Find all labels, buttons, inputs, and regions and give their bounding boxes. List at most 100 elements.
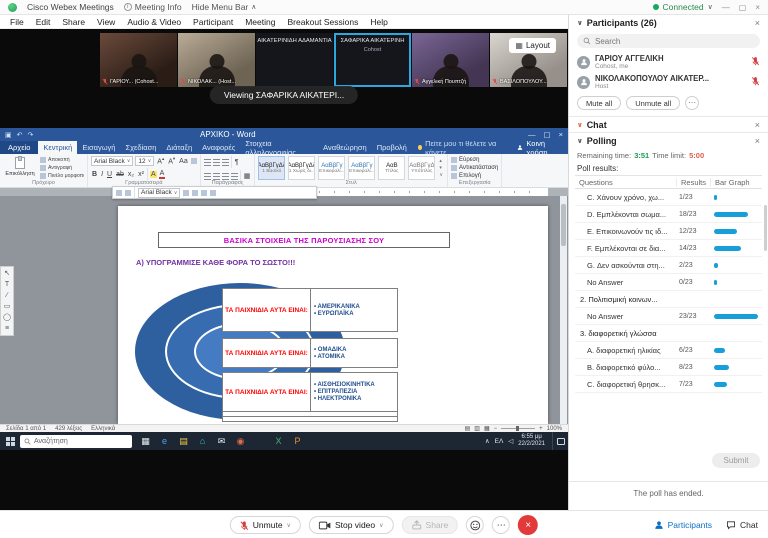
copy-icon bbox=[40, 165, 46, 171]
menu-audio-video[interactable]: Audio & Video bbox=[127, 17, 181, 27]
remaining-time: 3:51 bbox=[634, 151, 649, 160]
video-tile[interactable]: ΓΑΡΙΟΥ... (Cohost... bbox=[100, 33, 177, 87]
poll-row: E. Επικοινωνούν τις ιδ...12/23 bbox=[575, 223, 762, 240]
share-button[interactable]: Share bbox=[402, 516, 459, 534]
leave-meeting-button[interactable]: × bbox=[518, 515, 538, 535]
video-tile-active-speaker[interactable]: ΣΑΦΑΡΙΚΑ ΑΙΚΑΤΕΡΙΝΗ Cohost bbox=[334, 33, 411, 87]
more-options-button[interactable]: ⋯ bbox=[492, 516, 510, 534]
tab-file: Αρχείο bbox=[0, 141, 38, 154]
font-group: Arial Black∨ 12∨ A▴ A▾ Aa B I U ab x₂ x² bbox=[88, 154, 201, 187]
shared-screen-stage[interactable]: ΓΑΡΙΟΥ... (Cohost... ΝΙΚΟΛΑΚ... (Host...… bbox=[0, 29, 568, 510]
word-count: 429 λέξεις bbox=[55, 426, 82, 432]
justify-icon bbox=[231, 173, 238, 180]
language-indicator: ΕΛ bbox=[495, 438, 504, 445]
undo-icon: ↶ bbox=[17, 131, 23, 139]
maximize-button[interactable]: ▢ bbox=[739, 3, 747, 12]
start-button bbox=[0, 432, 20, 450]
unmute-all-button[interactable]: Unmute all bbox=[626, 96, 680, 110]
annotation-toolbar: ↖ T ∕ ▭ ◯ ≡ bbox=[0, 266, 14, 336]
edge-icon: e bbox=[155, 432, 174, 450]
floating-format-toolbar: Arial Black∨ bbox=[112, 186, 317, 199]
task-view-icon: ▦ bbox=[136, 432, 155, 450]
share-screen-icon bbox=[412, 520, 422, 530]
menu-file[interactable]: File bbox=[10, 17, 24, 27]
menu-edit[interactable]: Edit bbox=[36, 17, 51, 27]
participants-toggle-button[interactable]: Participants bbox=[654, 520, 712, 530]
app-titlebar: Cisco Webex Meetings iMeeting Info Hide … bbox=[0, 0, 768, 15]
doc-table-box: ΤΑ ΠΑΙΧΝΙΔΙΑ ΑΥΤΑ ΕΙΝΑΙ: ΑΙΣΘΗΣΙΟΚΙΝΗΤΙΚ… bbox=[222, 372, 398, 412]
menu-breakout-sessions[interactable]: Breakout Sessions bbox=[287, 17, 358, 27]
close-button[interactable]: × bbox=[755, 3, 760, 12]
mail-icon: ✉ bbox=[212, 432, 231, 450]
time-limit: 5:00 bbox=[689, 151, 704, 160]
doc-scrollbar bbox=[560, 196, 567, 424]
tile-name: ΑΙΚΑΤΕΡΙΝΙΔΗ ΑΔΑΜΑΝΤΙΑ bbox=[257, 38, 332, 44]
person-icon bbox=[580, 78, 588, 86]
menu-meeting[interactable]: Meeting bbox=[245, 17, 275, 27]
smiley-icon bbox=[470, 520, 481, 531]
polling-scrollbar-thumb[interactable] bbox=[764, 205, 767, 251]
doc-table-box: ΤΑ ΠΑΙΧΝΙΔΙΑ ΑΥΤΑ ΕΙΝΑΙ: ΟΜΑΔΙΚΑ ΑΤΟΜΙΚΑ bbox=[222, 338, 398, 368]
windows-logo-icon bbox=[6, 437, 15, 446]
align-center-icon bbox=[213, 173, 220, 180]
result-bar bbox=[714, 280, 717, 285]
word-minimize-icon: — bbox=[528, 130, 536, 139]
connection-status[interactable]: Connected∨ bbox=[653, 2, 713, 12]
document-area: ΒΑΣΙΚΑ ΣΤΟΙΧΕΙΑ ΤΗΣ ΠΑΡΟΥΣΙΑΣΗΣ ΣΟΥ Α) Υ… bbox=[0, 196, 568, 424]
styles-more-icon: ∨ bbox=[439, 172, 443, 178]
close-polling-icon[interactable]: × bbox=[755, 136, 760, 146]
participants-panel-header[interactable]: ∨ Participants (26) × bbox=[569, 15, 768, 31]
paste-button: Επικόλληση bbox=[3, 156, 37, 179]
video-tile[interactable]: ΑΙΚΑΤΕΡΙΝΙΔΗ ΑΔΑΜΑΝΤΙΑ bbox=[256, 33, 333, 87]
close-participants-icon[interactable]: × bbox=[755, 18, 760, 28]
participants-search-input[interactable] bbox=[595, 37, 715, 46]
menu-participant[interactable]: Participant bbox=[193, 17, 233, 27]
mic-muted-icon[interactable] bbox=[751, 73, 760, 91]
layout-button[interactable]: ▦Layout bbox=[509, 38, 556, 53]
style-heading2: ΑαΒβΓγΕπικεφαλί... bbox=[348, 156, 375, 180]
page-icon bbox=[116, 190, 122, 196]
unmute-button[interactable]: Unmute∨ bbox=[230, 516, 301, 534]
result-bar bbox=[714, 195, 717, 200]
more-options-button[interactable]: ··· bbox=[685, 96, 699, 110]
mute-all-button[interactable]: Mute all bbox=[577, 96, 621, 110]
poll-row: No Answer0/23 bbox=[575, 274, 762, 291]
superscript-icon: x² bbox=[137, 171, 145, 178]
chat-toggle-button[interactable]: Chat bbox=[726, 520, 758, 530]
search-icon bbox=[583, 37, 591, 45]
participant-row[interactable]: ΓΑΡΙΟΥ ΑΓΓΕΛΙΚΗ Cohost, me bbox=[569, 52, 768, 72]
minimize-button[interactable]: — bbox=[722, 3, 730, 12]
file-explorer-icon: ▤ bbox=[174, 432, 193, 450]
menu-view[interactable]: View bbox=[97, 17, 115, 27]
stop-video-button[interactable]: Stop video∨ bbox=[309, 516, 394, 534]
reactions-button[interactable] bbox=[466, 516, 484, 534]
notification-center-icon bbox=[552, 432, 565, 450]
hide-menu-bar-button[interactable]: Hide Menu Bar∧ bbox=[192, 2, 257, 12]
close-chat-icon[interactable]: × bbox=[755, 120, 760, 130]
video-tile[interactable]: ΝΙΚΟΛΑΚ... (Host... bbox=[178, 33, 255, 87]
menu-share[interactable]: Share bbox=[62, 17, 85, 27]
polling-panel-header[interactable]: ∨ Polling × bbox=[569, 132, 768, 148]
format-painter-icon bbox=[40, 173, 46, 179]
poll-row: F. Εμπλέκονται σε δια...14/23 bbox=[575, 240, 762, 257]
video-tile[interactable]: Αγγελική Πουπτζή bbox=[412, 33, 489, 87]
shrink-font-icon: A▾ bbox=[167, 157, 176, 165]
circle-tool-icon: ◯ bbox=[3, 314, 11, 321]
multilevel-list-icon bbox=[222, 159, 229, 166]
shape-tool-icon: ▭ bbox=[4, 303, 11, 310]
italic-icon: I bbox=[100, 171, 104, 178]
mic-muted-icon[interactable] bbox=[751, 53, 760, 71]
poll-row: C. διαφορετική θρησκ...7/23 bbox=[575, 376, 762, 393]
style-subtitle: ΑαΒβΓγΔΥπότιτλος bbox=[408, 156, 435, 180]
page-count: Σελίδα 1 από 1 bbox=[6, 426, 46, 432]
participant-name: ΝΙΚΟΛΑΚΟΠΟΥΛΟΥ ΑΙΚΑΤΕΡ... bbox=[595, 74, 709, 83]
menu-help[interactable]: Help bbox=[370, 17, 387, 27]
chevron-down-icon: ∨ bbox=[577, 19, 583, 27]
meeting-info-button[interactable]: iMeeting Info bbox=[124, 2, 182, 12]
chat-panel-header[interactable]: ∨ Chat × bbox=[569, 116, 768, 132]
participant-row[interactable]: ΝΙΚΟΛΑΚΟΠΟΥΛΟΥ ΑΙΚΑΤΕΡ... Host bbox=[569, 72, 768, 92]
submit-button[interactable]: Submit bbox=[712, 453, 760, 468]
word-ribbon-tabs: Αρχείο Κεντρική Εισαγωγή Σχεδίαση Διάταξ… bbox=[0, 141, 568, 154]
participants-search[interactable] bbox=[577, 34, 760, 48]
tab-review: Αναθεώρηση bbox=[318, 141, 372, 154]
